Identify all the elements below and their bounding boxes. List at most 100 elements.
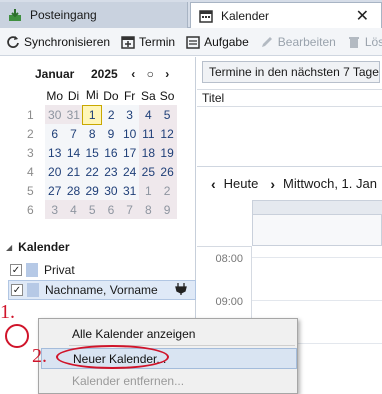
date-cell[interactable]: 12 bbox=[157, 124, 177, 143]
new-event-icon bbox=[121, 35, 135, 49]
day-header-band bbox=[253, 201, 382, 215]
date-cell[interactable]: 22 bbox=[82, 162, 102, 181]
calendar-icon bbox=[199, 9, 213, 23]
date-cell[interactable]: 24 bbox=[120, 162, 139, 181]
annotation-step-2: 2. bbox=[32, 345, 47, 367]
week-number: 1 bbox=[27, 107, 34, 122]
date-cell[interactable]: 17 bbox=[120, 143, 139, 162]
date-cell[interactable]: 18 bbox=[138, 143, 158, 162]
next-month-icon[interactable]: › bbox=[162, 67, 173, 81]
date-cell[interactable]: 20 bbox=[45, 162, 65, 181]
date-cell[interactable]: 28 bbox=[64, 181, 83, 200]
year-value[interactable]: 2025 bbox=[91, 67, 118, 81]
date-cell[interactable]: 16 bbox=[101, 143, 121, 162]
collapse-triangle-icon[interactable]: ◢ bbox=[6, 243, 12, 252]
sync-button[interactable]: Synchronisieren bbox=[6, 35, 110, 49]
close-icon[interactable]: ✕ bbox=[356, 6, 369, 26]
week-row: 3 13 14 15 16 17 18 19 bbox=[27, 143, 177, 162]
date-cell[interactable]: 8 bbox=[82, 124, 102, 143]
date-cell[interactable]: 9 bbox=[157, 200, 177, 219]
annotation-circle-2 bbox=[56, 345, 169, 369]
week-number: 5 bbox=[27, 183, 34, 198]
menu-item-remove-calendar[interactable]: Kalender entfernen... bbox=[41, 370, 297, 391]
sync-icon bbox=[6, 35, 20, 49]
date-cell[interactable]: 11 bbox=[138, 124, 158, 143]
tab-calendar-label: Kalender bbox=[221, 9, 270, 23]
date-cell[interactable]: 10 bbox=[120, 124, 139, 143]
date-cell[interactable]: 30 bbox=[45, 105, 65, 124]
date-cell[interactable]: 7 bbox=[120, 200, 139, 219]
date-cell[interactable]: 5 bbox=[157, 105, 177, 124]
today-button[interactable]: Heute bbox=[224, 176, 259, 191]
next-day-icon[interactable]: › bbox=[270, 176, 275, 192]
date-cell[interactable]: 6 bbox=[101, 200, 121, 219]
date-cell[interactable]: 6 bbox=[45, 124, 65, 143]
edit-button[interactable]: Bearbeiten bbox=[260, 35, 336, 49]
tab-calendar[interactable]: Kalender ✕ bbox=[190, 2, 382, 29]
date-cell[interactable]: 30 bbox=[101, 181, 121, 200]
week-row: 2 6 7 8 9 10 11 12 bbox=[27, 124, 177, 143]
date-cell[interactable]: 5 bbox=[82, 200, 102, 219]
menu-item-show-all-calendars[interactable]: Alle Kalender anzeigen bbox=[41, 323, 297, 344]
weekday-header: Mi bbox=[85, 88, 99, 103]
date-cell[interactable]: 29 bbox=[82, 181, 102, 200]
date-cell[interactable]: 8 bbox=[138, 200, 158, 219]
date-cell[interactable]: 15 bbox=[82, 143, 102, 162]
calendar-item-privat[interactable]: ✓ Privat bbox=[8, 260, 196, 280]
tab-inbox-label: Posteingang bbox=[30, 8, 97, 22]
previous-day-icon[interactable]: ‹ bbox=[211, 176, 216, 192]
new-task-button[interactable]: Aufgabe bbox=[186, 35, 249, 49]
delete-button[interactable]: Lösch bbox=[347, 35, 382, 49]
tab-inbox[interactable]: Posteingang bbox=[0, 2, 188, 28]
calendar-list-header[interactable]: ◢ Kalender bbox=[6, 240, 70, 254]
new-event-label: Termin bbox=[139, 34, 176, 49]
date-cell[interactable]: 31 bbox=[64, 105, 83, 124]
week-number-header bbox=[27, 86, 45, 105]
agenda-title-column[interactable]: Titel bbox=[197, 89, 382, 107]
date-cell[interactable]: 3 bbox=[120, 105, 139, 124]
week-number: 6 bbox=[27, 202, 34, 217]
previous-month-icon[interactable]: ‹ bbox=[128, 67, 139, 81]
time-slot-line bbox=[252, 300, 382, 301]
calendar-list-title: Kalender bbox=[18, 240, 70, 254]
date-cell[interactable]: 7 bbox=[64, 124, 83, 143]
agenda-filter-select[interactable]: Termine in den nächsten 7 Tagen bbox=[202, 61, 380, 83]
day-navigation: ‹ Heute › Mittwoch, 1. Jan bbox=[197, 166, 382, 200]
date-cell[interactable]: 4 bbox=[138, 105, 158, 124]
weekday-header: Do bbox=[103, 88, 119, 103]
tab-bar: Posteingang Kalender ✕ bbox=[0, 0, 382, 29]
date-cell[interactable]: 2 bbox=[157, 181, 177, 200]
date-cell[interactable]: 13 bbox=[45, 143, 65, 162]
week-number: 2 bbox=[27, 126, 34, 141]
date-cell[interactable]: 19 bbox=[157, 143, 177, 162]
calendar-checkbox[interactable]: ✓ bbox=[11, 284, 23, 296]
date-cell[interactable]: 4 bbox=[64, 200, 83, 219]
new-task-label: Aufgabe bbox=[204, 34, 249, 49]
date-cell[interactable]: 1 bbox=[138, 181, 158, 200]
date-cell[interactable]: 27 bbox=[45, 181, 65, 200]
month-name[interactable]: Januar bbox=[35, 67, 81, 81]
today-circle-icon[interactable]: ○ bbox=[145, 67, 156, 81]
week-number: 3 bbox=[27, 145, 34, 160]
date-cell[interactable]: 23 bbox=[101, 162, 121, 181]
annotation-step-1: 1. bbox=[0, 301, 15, 323]
all-day-area[interactable] bbox=[252, 200, 382, 246]
date-cell[interactable]: 31 bbox=[120, 181, 139, 200]
calendar-item-nachname[interactable]: ✓ Nachname, Vorname bbox=[8, 280, 196, 300]
plug-icon bbox=[175, 282, 187, 299]
date-cell[interactable]: 3 bbox=[45, 200, 65, 219]
calendar-checkbox[interactable]: ✓ bbox=[10, 264, 22, 276]
today-date-cell[interactable]: 1 bbox=[82, 104, 103, 125]
weekday-header: Di bbox=[67, 88, 80, 103]
date-cell[interactable]: 21 bbox=[64, 162, 83, 181]
date-cell[interactable]: 25 bbox=[138, 162, 158, 181]
calendar-item-label: Nachname, Vorname bbox=[45, 283, 158, 297]
weekday-header: So bbox=[159, 88, 175, 103]
date-cell[interactable]: 14 bbox=[64, 143, 83, 162]
date-cell[interactable]: 9 bbox=[101, 124, 121, 143]
date-cell[interactable]: 26 bbox=[157, 162, 177, 181]
new-event-button[interactable]: Termin bbox=[121, 35, 175, 49]
trash-icon bbox=[347, 35, 361, 49]
annotation-circle-1 bbox=[5, 324, 29, 348]
date-cell[interactable]: 2 bbox=[101, 105, 121, 124]
